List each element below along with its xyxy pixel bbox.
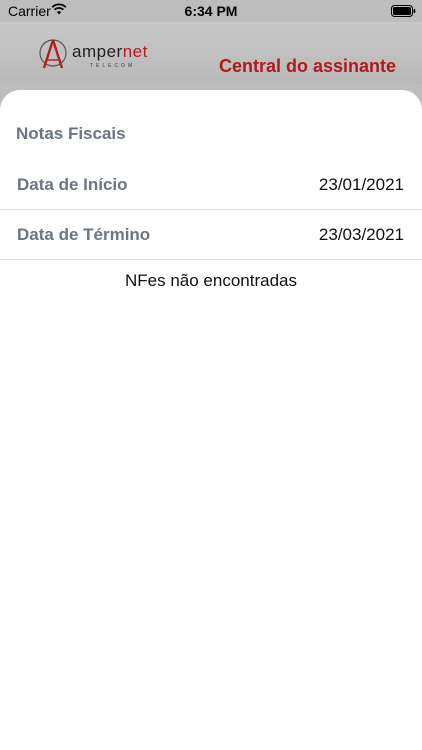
app-header: ampernet TELECOM Central do assinante [0, 22, 422, 84]
status-bar: Carrier 6:34 PM [0, 0, 422, 22]
header-title: Central do assinante [218, 56, 396, 76]
notas-fiscais-sheet: Notas Fiscais Data de Início 23/01/2021 … [0, 90, 422, 750]
battery-icon [391, 5, 416, 17]
clock: 6:34 PM [184, 3, 238, 19]
sheet-title: Notas Fiscais [16, 124, 126, 143]
logo-wordmark: ampernet [72, 42, 148, 61]
end-date-value[interactable]: 23/03/2021 [319, 225, 404, 245]
divider [0, 259, 422, 260]
logo-subtitle: TELECOM [90, 63, 136, 69]
start-date-label: Data de Início [17, 175, 128, 194]
end-date-row[interactable]: Data de Término 23/03/2021 [0, 210, 422, 260]
logo-triangle-icon [39, 39, 67, 69]
ampernet-logo: ampernet TELECOM [38, 36, 178, 76]
start-date-value[interactable]: 23/01/2021 [319, 175, 404, 195]
empty-state-message: NFes não encontradas [125, 271, 297, 290]
start-date-row[interactable]: Data de Início 23/01/2021 [0, 160, 422, 210]
end-date-label: Data de Término [17, 225, 151, 244]
